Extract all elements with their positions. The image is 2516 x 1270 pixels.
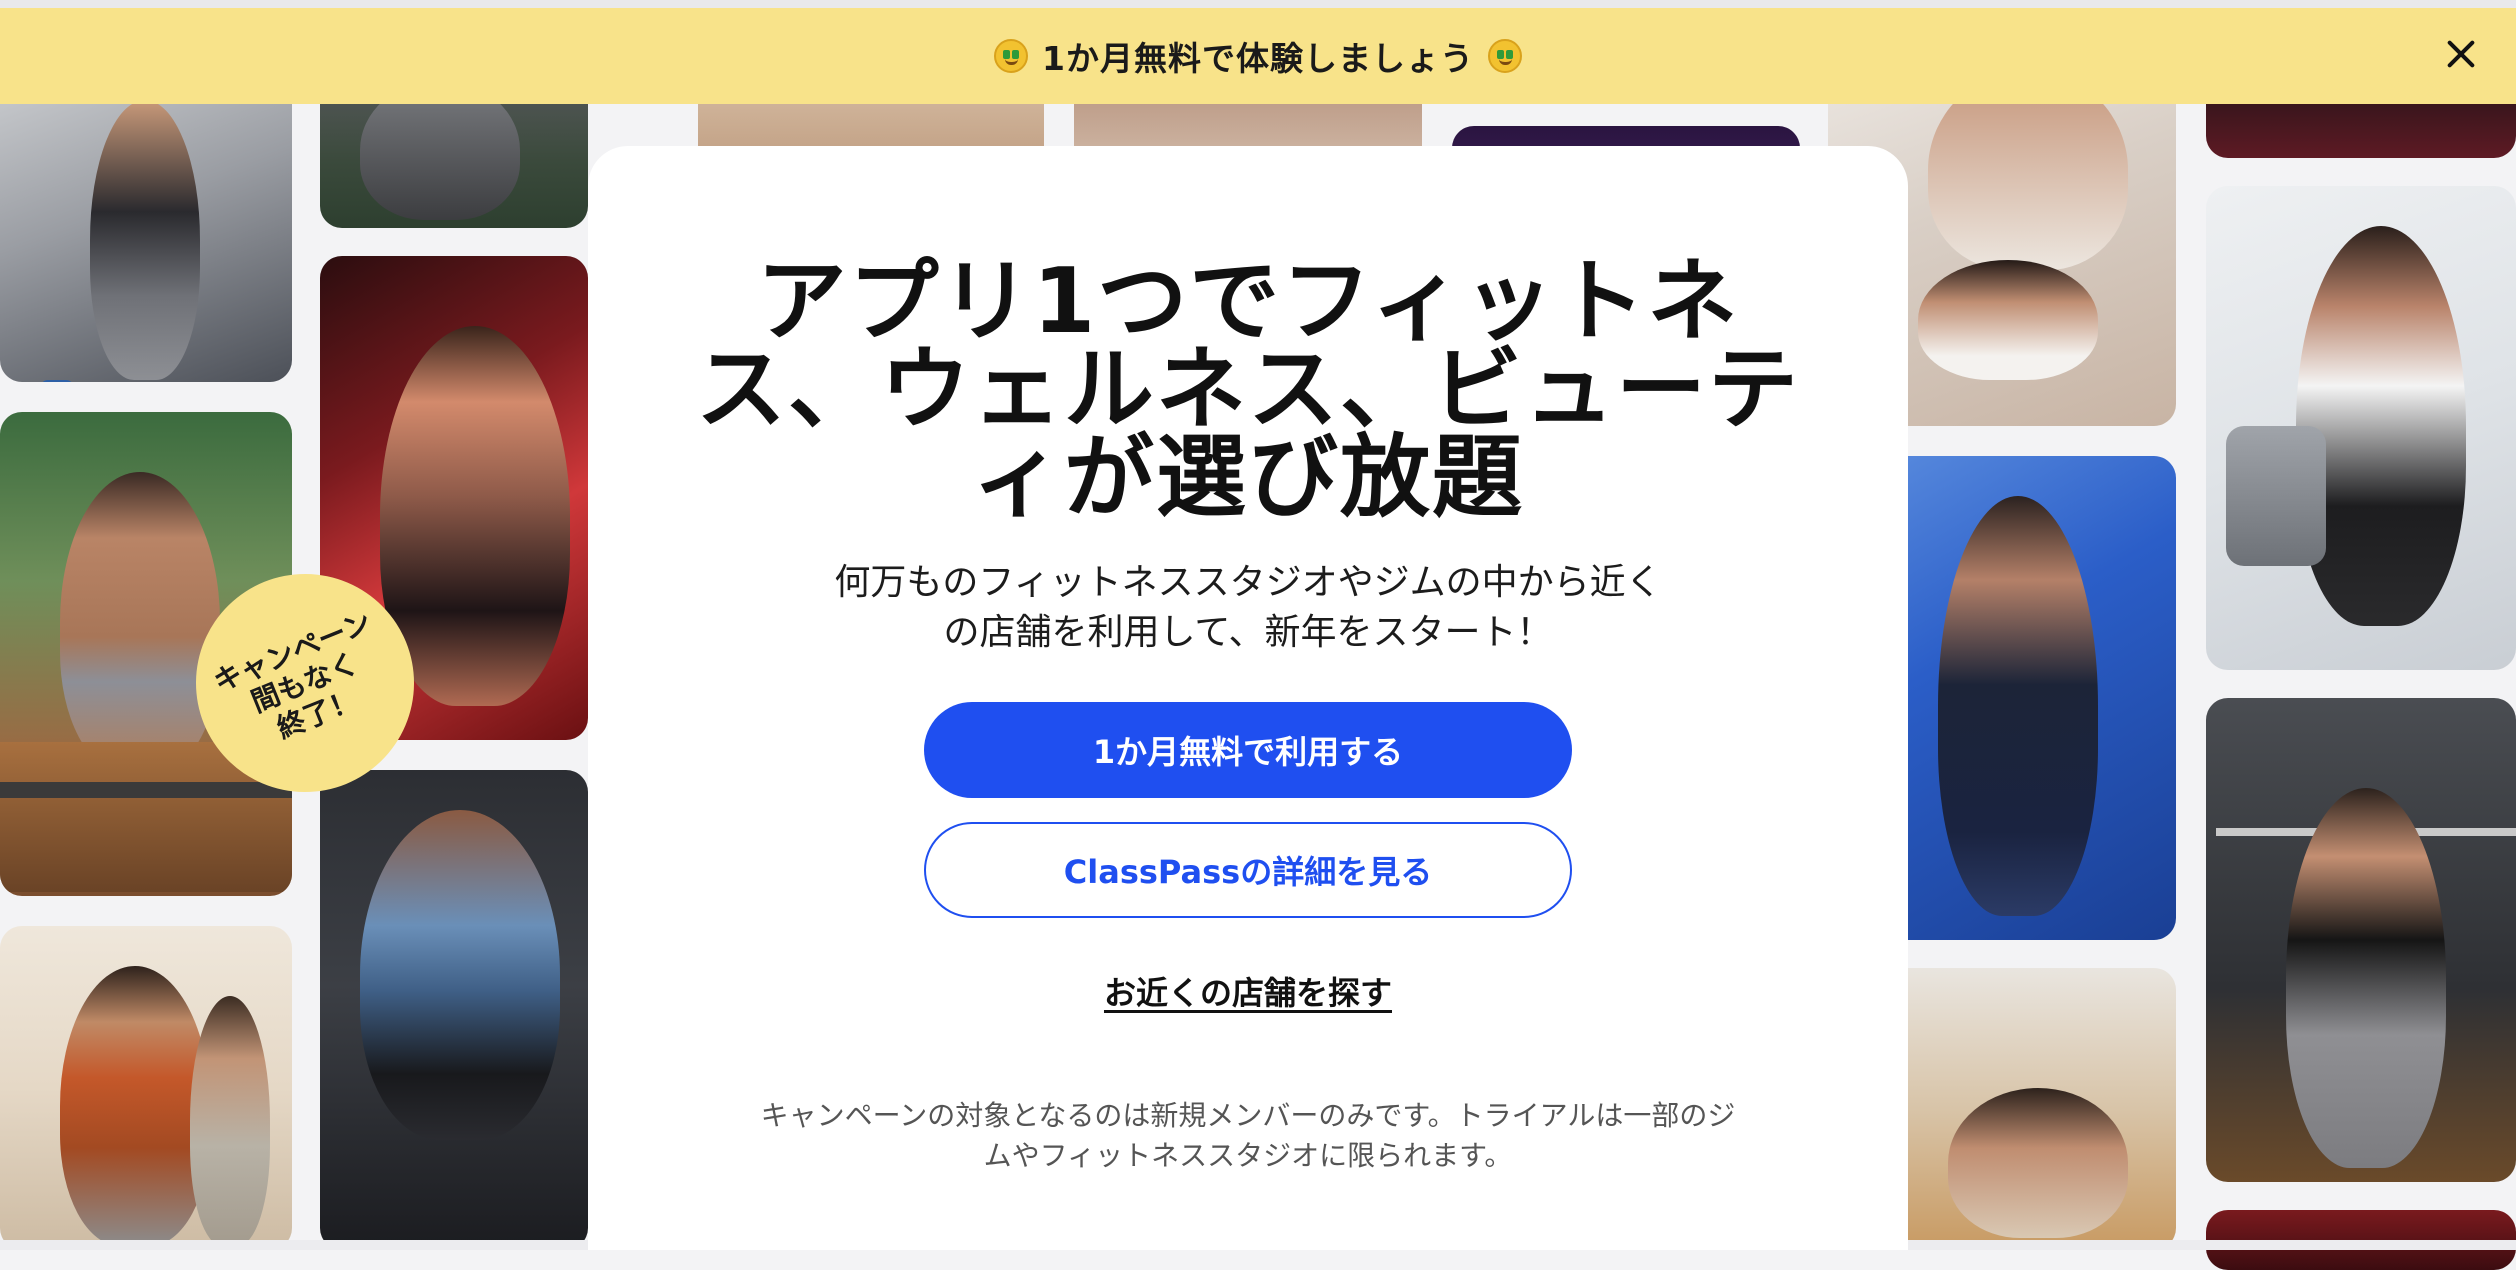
- treadmill-runner-photo: [0, 60, 292, 382]
- dumbbell-class-photo: [0, 926, 292, 1250]
- modal-headline: アプリ1つでフィットネス、ウェルネス、ビューティが選び放題: [696, 249, 1800, 530]
- money-mouth-emoji-icon: [1487, 39, 1522, 73]
- promo-banner-text: 1か月無料で体験しましょう: [1042, 39, 1474, 78]
- rowing-machine-photo: [320, 770, 588, 1250]
- barbell-squat-photo: [2206, 698, 2516, 1182]
- money-mouth-emoji-icon: [994, 39, 1029, 73]
- find-nearby-link[interactable]: お近くの店舗を探す: [948, 968, 1548, 1014]
- free-trial-button[interactable]: 1か月無料で利用する: [924, 702, 1572, 798]
- campaign-badge-text: キャンペーン 間もなく 終了！: [208, 605, 376, 745]
- learn-more-button[interactable]: ClassPassの詳細を見る: [924, 822, 1572, 918]
- stationary-bike-photo: [2206, 186, 2516, 670]
- campaign-footnote: キャンペーンの対象となるのは新規メンバーのみです。トライアルは一部のジムやフィッ…: [760, 1099, 1736, 1172]
- modal-subtext: 何万ものフィットネススタジオやジムの中から近くの店舗を利用して、新年をスタート！: [834, 562, 1662, 653]
- signup-modal: アプリ1つでフィットネス、ウェルネス、ビューティが選び放題 何万ものフィットネス…: [588, 146, 1908, 1250]
- promo-banner: 1か月無料で体験しましょう: [0, 0, 2516, 104]
- promo-banner-content: 1か月無料で体験しましょう: [994, 32, 1522, 80]
- close-icon[interactable]: [2436, 30, 2486, 80]
